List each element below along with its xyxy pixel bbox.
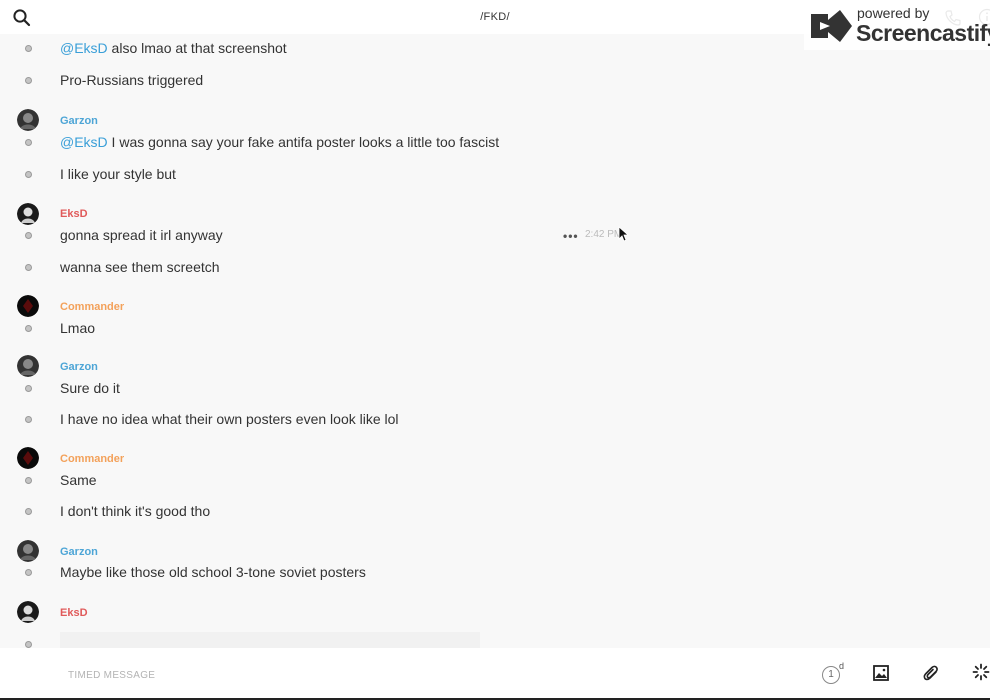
image-icon[interactable] (873, 665, 889, 681)
message-row: gonna spread it irl anyway (0, 221, 990, 249)
watermark-caption: powered by (857, 5, 930, 21)
message-dot (25, 77, 32, 84)
message-text: @EksD I was gonna say your fake antifa p… (60, 134, 500, 150)
screencastify-watermark: powered by Screencastify (804, 2, 990, 50)
author-name[interactable]: Commander (60, 453, 124, 465)
message-text: I like your style but (60, 166, 176, 182)
paperclip-icon[interactable] (922, 664, 940, 682)
message-row: I don't think it's good tho (0, 497, 990, 525)
message-dot (25, 641, 32, 648)
message-dot (25, 508, 32, 515)
message-dot (25, 232, 32, 239)
mention-link[interactable]: @EksD (60, 134, 108, 150)
message-text: I don't think it's good tho (60, 503, 211, 519)
timer-unit: d (839, 661, 845, 671)
message-dot (25, 264, 32, 271)
avatar-eksd[interactable] (17, 601, 39, 623)
mouse-cursor-icon (618, 226, 630, 242)
screencastify-logo-icon (811, 10, 852, 42)
message-dot (25, 45, 32, 52)
message-text: gonna spread it irl anyway (60, 227, 223, 243)
message-dot (25, 139, 32, 146)
message-text: Same (60, 472, 97, 488)
author-name[interactable]: EksD (60, 607, 88, 619)
message-row: wanna see them screetch (0, 253, 990, 281)
message-text: Sure do it (60, 380, 120, 396)
message-row: Maybe like those old school 3-tone sovie… (0, 558, 990, 586)
author-name[interactable]: Garzon (60, 546, 98, 558)
author-name[interactable]: Commander (60, 301, 124, 313)
message-text: Lmao (60, 320, 96, 336)
message-text: @EksD also lmao at that screenshot (60, 40, 287, 56)
message-text: Maybe like those old school 3-tone sovie… (60, 564, 366, 580)
message-dot (25, 569, 32, 576)
message-text: wanna see them screetch (60, 259, 220, 275)
message-dot (25, 171, 32, 178)
message-dot (25, 385, 32, 392)
timer-button[interactable]: 1 d (822, 661, 845, 684)
author-name[interactable]: Garzon (60, 361, 98, 373)
message-row: Sure do it (0, 374, 990, 402)
message-list[interactable]: @EksD also lmao at that screenshot Pro-R… (0, 34, 990, 648)
message-dot (25, 477, 32, 484)
message-text: Pro-Russians triggered (60, 72, 204, 88)
author-name[interactable]: Garzon (60, 115, 98, 127)
typing-placeholder (60, 632, 480, 648)
watermark-brand: Screencastify (856, 20, 990, 46)
mention-link[interactable]: @EksD (60, 40, 108, 56)
message-text: I have no idea what their own posters ev… (60, 411, 399, 427)
message-row: Pro-Russians triggered (0, 66, 990, 94)
message-row: Lmao (0, 314, 990, 342)
message-dot (25, 325, 32, 332)
message-input[interactable] (66, 665, 770, 685)
message-dot (25, 416, 32, 423)
composer-bar: 1 d (0, 648, 990, 700)
more-options-icon[interactable]: ••• (563, 229, 579, 243)
message-row: Same (0, 466, 990, 494)
message-row: I like your style but (0, 160, 990, 188)
timer-value: 1 (822, 666, 840, 684)
loading-spinner-icon[interactable] (972, 663, 990, 681)
message-row: @EksD I was gonna say your fake antifa p… (0, 128, 990, 156)
message-row: I have no idea what their own posters ev… (0, 405, 990, 433)
message-timestamp: 2:42 PM (585, 229, 623, 240)
author-name[interactable]: EksD (60, 208, 88, 220)
